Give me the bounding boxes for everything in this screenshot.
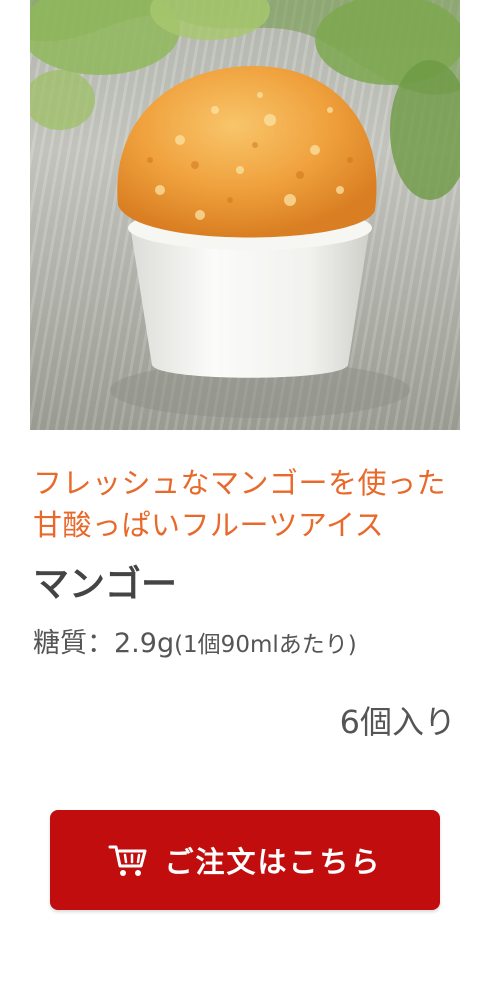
sugar-label: 糖質：	[33, 628, 114, 659]
order-button[interactable]: ご注文はこちら	[50, 810, 440, 910]
sugar-detail: (1個90mlあたり)	[174, 632, 357, 658]
order-button-label: ご注文はこちら	[164, 845, 382, 879]
product-tagline: フレッシュなマンゴーを使った甘酸っぱいフルーツアイス	[33, 466, 447, 542]
product-image	[30, 0, 460, 430]
sugar-info: 糖質：2.9g(1個90mlあたり)	[33, 624, 357, 665]
sugar-value: 2.9g	[114, 628, 175, 659]
product-title: マンゴー	[33, 564, 178, 605]
package-quantity: 6個入り	[339, 703, 456, 741]
cart-icon	[108, 845, 147, 876]
